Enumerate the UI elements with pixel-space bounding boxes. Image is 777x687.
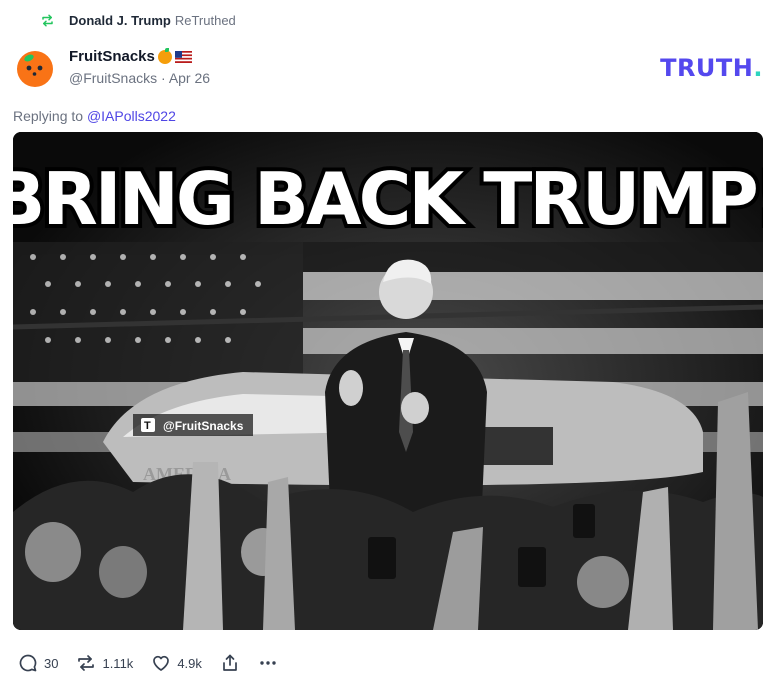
reply-prefix: Replying to bbox=[13, 108, 84, 124]
reply-count: 30 bbox=[44, 655, 59, 671]
retruth-label: ReTruthed bbox=[174, 12, 236, 28]
heart-icon bbox=[153, 655, 170, 671]
retruth-button[interactable]: 1.11k bbox=[76, 653, 133, 673]
retruth-icon bbox=[42, 14, 53, 26]
separator: · bbox=[161, 69, 166, 86]
retruth-count: 1.11k bbox=[102, 655, 134, 671]
truth-logo-text: TRUTH bbox=[660, 54, 754, 82]
truth-logo: TRUTH. bbox=[660, 54, 763, 82]
truth-logo-dot: . bbox=[753, 54, 763, 82]
post-author: FruitSnacks @FruitSnacks · Apr 26 bbox=[13, 44, 210, 88]
retruth-action-icon bbox=[78, 655, 95, 671]
reply-mention-link[interactable]: @IAPolls2022 bbox=[87, 108, 176, 124]
more-dots-icon bbox=[260, 661, 276, 665]
us-flag-icon bbox=[174, 50, 192, 63]
comment-icon bbox=[19, 654, 37, 672]
post-date[interactable]: Apr 26 bbox=[169, 70, 210, 86]
reply-context: Replying to @IAPolls2022 bbox=[13, 108, 176, 124]
user-handle[interactable]: @FruitSnacks bbox=[69, 70, 157, 86]
watermark-text: @FruitSnacks bbox=[163, 419, 244, 433]
headline-text: BRING BACK TRUMP! bbox=[13, 157, 763, 241]
share-icon bbox=[223, 654, 237, 671]
avatar[interactable] bbox=[13, 44, 57, 88]
reply-button[interactable]: 30 bbox=[18, 653, 58, 673]
retruth-user-link[interactable]: Donald J. Trump bbox=[69, 13, 171, 28]
svg-text:T: T bbox=[144, 420, 151, 432]
action-bar: 30 1.11k 4.9k bbox=[18, 651, 296, 675]
more-options-button[interactable] bbox=[258, 653, 278, 673]
post-image[interactable]: @FruitSnacks T AMERICA BRING BACK TRUMP!… bbox=[13, 132, 763, 630]
like-count: 4.9k bbox=[177, 655, 202, 671]
retruth-header: Donald J. Trump ReTruthed bbox=[40, 10, 236, 30]
like-button[interactable]: 4.9k bbox=[151, 653, 202, 673]
orange-emoji-icon bbox=[157, 47, 172, 64]
share-button[interactable] bbox=[220, 653, 240, 673]
display-name[interactable]: FruitSnacks bbox=[69, 48, 155, 65]
